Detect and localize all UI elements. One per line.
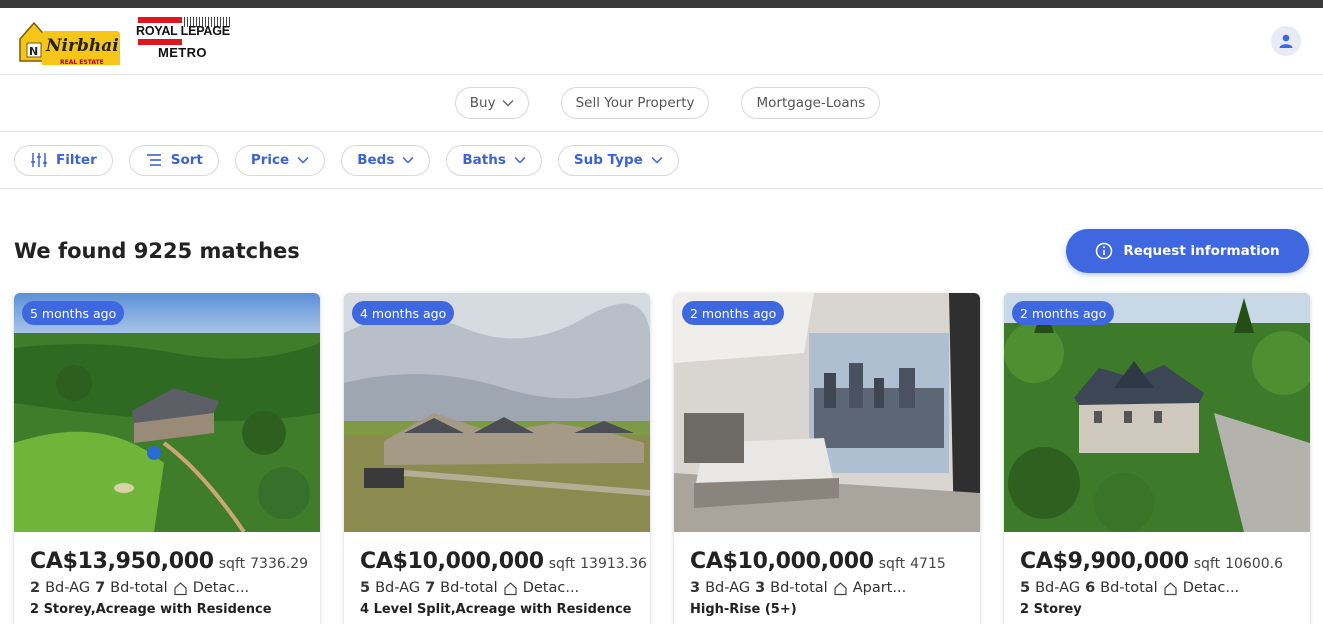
listing-card[interactable]: 4 months ago CA$10,000,000 sqft 13913.36… <box>344 293 650 624</box>
nav-sell-label: Sell Your Property <box>575 95 695 111</box>
home-icon <box>834 581 847 595</box>
listing-photo[interactable]: 2 months ago <box>674 293 980 532</box>
user-avatar[interactable] <box>1271 26 1301 56</box>
beds-filter[interactable]: Beds <box>341 144 431 176</box>
listing-bd-total: 3 <box>755 580 766 596</box>
listing-type: Detac... <box>192 580 250 596</box>
listing-price: CA$13,950,000 <box>30 549 214 574</box>
nav-buy[interactable]: Buy <box>454 87 529 119</box>
listing-sqft-label: sqft <box>878 556 906 572</box>
listing-subtype: 2 Storey,Acreage with Residence <box>30 602 272 617</box>
listing-sqft: 7336.29 <box>250 556 309 572</box>
listing-price: CA$10,000,000 <box>360 549 544 574</box>
baths-filter-label: Baths <box>462 152 506 168</box>
chevron-down-icon <box>297 156 309 164</box>
main-nav: Buy Sell Your Property Mortgage-Loans <box>0 75 1323 132</box>
listing-bd-total: 7 <box>425 580 436 596</box>
beds-filter-label: Beds <box>357 152 395 168</box>
listing-price: CA$10,000,000 <box>690 549 874 574</box>
sort-button[interactable]: Sort <box>128 144 219 176</box>
request-information-button[interactable]: Request information <box>1066 229 1309 273</box>
chevron-down-icon <box>514 156 526 164</box>
svg-text:REAL ESTATE: REAL ESTATE <box>60 59 104 66</box>
sort-label: Sort <box>170 152 203 168</box>
price-filter[interactable]: Price <box>234 144 326 176</box>
sort-icon <box>146 154 161 166</box>
listing-card[interactable]: 2 months ago CA$10,000,000 sqft 4715 3 B… <box>674 293 980 624</box>
filter-bar: Filter Sort Price Beds Baths Sub Type <box>0 132 1323 189</box>
nav-sell-your-property[interactable]: Sell Your Property <box>560 87 710 119</box>
listing-age-badge: 4 months ago <box>352 301 455 325</box>
listing-price: CA$9,900,000 <box>1020 549 1189 574</box>
nirbhai-logo[interactable]: N Nirbhai REAL ESTATE <box>16 17 122 67</box>
chevron-down-icon <box>502 100 514 107</box>
user-icon <box>1279 34 1293 48</box>
subtype-filter-label: Sub Type <box>573 152 643 168</box>
site-header: N Nirbhai REAL ESTATE ROYAL LEPAGE METRO <box>0 8 1323 75</box>
listing-photo[interactable]: 5 months ago <box>14 293 320 532</box>
listing-sqft-label: sqft <box>1193 556 1221 572</box>
top-bar <box>0 0 1323 8</box>
results-title: We found 9225 matches <box>14 239 300 263</box>
nav-buy-label: Buy <box>469 95 496 111</box>
baths-filter[interactable]: Baths <box>446 144 542 176</box>
listing-card[interactable]: 2 months ago CA$9,900,000 sqft 10600.6 5… <box>1004 293 1310 624</box>
listing-bd-ag: 5 <box>1020 580 1031 596</box>
listing-subtype: 2 Storey <box>1020 602 1082 617</box>
listing-sqft-label: sqft <box>218 556 246 572</box>
price-filter-label: Price <box>250 152 290 168</box>
subtype-filter[interactable]: Sub Type <box>557 144 679 176</box>
listing-photo[interactable]: 2 months ago <box>1004 293 1310 532</box>
svg-text:N: N <box>29 45 38 58</box>
listing-photo[interactable]: 4 months ago <box>344 293 650 532</box>
listing-bd-ag: 5 <box>360 580 371 596</box>
request-information-label: Request information <box>1123 243 1280 259</box>
brand-secondary-line2: METRO <box>158 45 207 60</box>
listing-sqft: 13913.36 <box>580 556 647 572</box>
listing-grid: 5 months ago CA$13,950,000 sqft 7336.29 … <box>14 293 1310 624</box>
chevron-down-icon <box>651 156 663 164</box>
home-icon <box>1164 581 1177 595</box>
listing-card[interactable]: 5 months ago CA$13,950,000 sqft 7336.29 … <box>14 293 320 624</box>
home-icon <box>504 581 517 595</box>
nav-mortgage-label: Mortgage-Loans <box>756 95 866 111</box>
listing-sqft: 10600.6 <box>1225 556 1284 572</box>
listing-age-badge: 2 months ago <box>1012 301 1115 325</box>
listing-sqft: 4715 <box>910 556 946 572</box>
filter-button[interactable]: Filter <box>14 144 113 176</box>
listing-type: Apart... <box>852 580 907 596</box>
home-icon <box>174 581 187 595</box>
listing-subtype: 4 Level Split,Acreage with Residence <box>360 602 632 617</box>
info-icon <box>1096 242 1113 260</box>
results-header: We found 9225 matches Request informatio… <box>14 229 1309 273</box>
brand-secondary-line1: ROYAL LEPAGE <box>136 24 230 38</box>
listing-age-badge: 5 months ago <box>22 301 125 325</box>
listing-age-badge: 2 months ago <box>682 301 785 325</box>
listing-type: Detac... <box>522 580 580 596</box>
sliders-icon <box>31 153 47 167</box>
filter-label: Filter <box>56 152 97 168</box>
brand-primary-text: Nirbhai <box>45 36 119 56</box>
listing-subtype: High-Rise (5+) <box>690 602 797 617</box>
listing-bd-ag: 2 <box>30 580 41 596</box>
listing-bd-ag: 3 <box>690 580 701 596</box>
nav-mortgage-loans[interactable]: Mortgage-Loans <box>741 87 881 119</box>
listing-type: Detac... <box>1182 580 1240 596</box>
listing-bd-total: 6 <box>1085 580 1096 596</box>
listing-bd-total: 7 <box>95 580 106 596</box>
royal-lepage-logo[interactable]: ROYAL LEPAGE METRO <box>136 15 232 67</box>
chevron-down-icon <box>402 156 414 164</box>
listing-sqft-label: sqft <box>548 556 576 572</box>
